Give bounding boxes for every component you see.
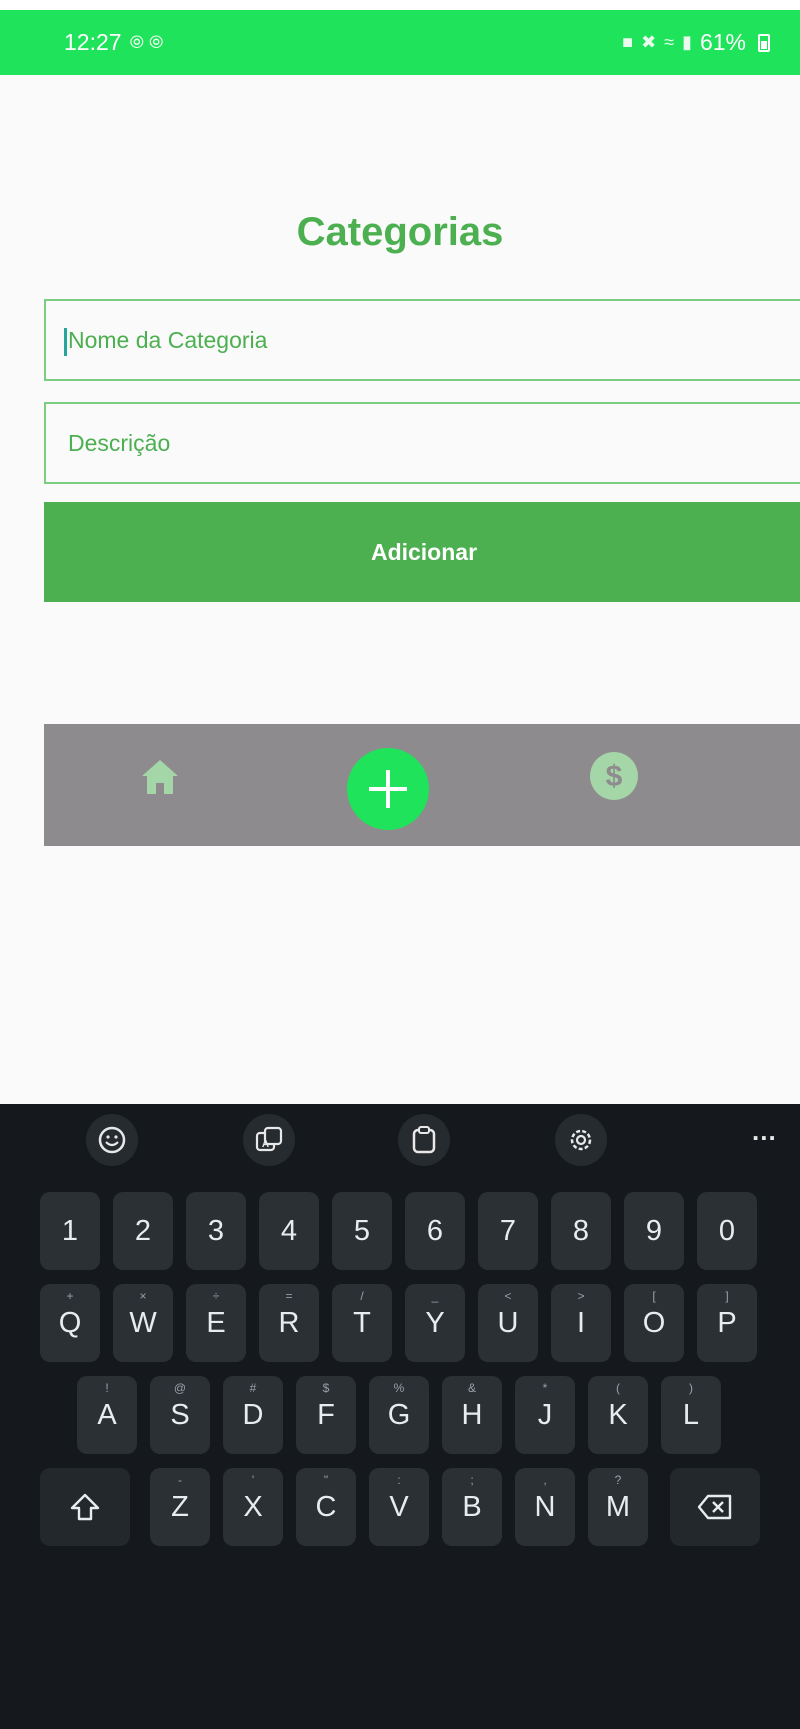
key[interactable]: ! A	[77, 1376, 137, 1454]
key[interactable]: :V	[369, 1468, 429, 1546]
home-icon[interactable]	[136, 754, 184, 802]
status-time: 12:27	[64, 29, 122, 55]
key[interactable]: ' X	[223, 1468, 283, 1546]
key[interactable]: @ S	[150, 1376, 210, 1454]
key[interactable]: 4	[259, 1192, 319, 1270]
bottom-nav: $	[44, 724, 800, 846]
text-cursor	[64, 328, 67, 356]
key[interactable]: ? M	[588, 1468, 648, 1546]
page-title: Categorias	[296, 210, 504, 254]
app-screen: 12:27 ⦾ ⦾ ■ ✖ ≈ ▮ 61% Categorias Adicion…	[0, 10, 800, 1729]
key[interactable]: * J	[515, 1376, 575, 1454]
mute-icon: ✖	[641, 32, 657, 52]
key[interactable]: ,N	[515, 1468, 575, 1546]
settings-icon[interactable]	[555, 1114, 607, 1166]
key[interactable]: " C	[296, 1468, 356, 1546]
key[interactable]: _ Y	[405, 1284, 465, 1362]
description-input[interactable]	[44, 402, 800, 484]
backspace-key[interactable]	[670, 1468, 760, 1546]
shift-icon	[70, 1493, 100, 1521]
plus-icon[interactable]	[347, 748, 429, 830]
status-bar: 12:27 ⦾ ⦾ ■ ✖ ≈ ▮ 61%	[0, 10, 800, 75]
key[interactable]: ; B	[442, 1468, 502, 1546]
status-left: 12:27 ⦾ ⦾	[64, 29, 163, 56]
category-name-input[interactable]	[44, 299, 800, 381]
battery-icon	[758, 33, 770, 52]
key[interactable]: ) L	[661, 1376, 721, 1454]
key[interactable]: (K	[588, 1376, 648, 1454]
key[interactable]: ] P	[697, 1284, 757, 1362]
keyboard-toolbar: A ...	[0, 1104, 800, 1178]
key[interactable]: $ F	[296, 1376, 356, 1454]
key[interactable]: % G	[369, 1376, 429, 1454]
key[interactable]: = R	[259, 1284, 319, 1362]
svg-text:$: $	[606, 760, 623, 793]
dollar-icon[interactable]: $	[588, 750, 640, 802]
status-right: ■ ✖ ≈ ▮ 61%	[622, 29, 770, 56]
backspace-icon	[697, 1494, 732, 1520]
alarm-icon: ■	[622, 32, 634, 52]
key[interactable]: > I	[551, 1284, 611, 1362]
key[interactable]: × W	[113, 1284, 173, 1362]
key[interactable]: 8	[551, 1192, 611, 1270]
key[interactable]: # D	[223, 1376, 283, 1454]
key[interactable]: ÷ E	[186, 1284, 246, 1362]
translate-icon[interactable]: A	[243, 1114, 295, 1166]
key[interactable]: 0	[697, 1192, 757, 1270]
shift-key[interactable]	[40, 1468, 130, 1546]
key[interactable]: 5	[332, 1192, 392, 1270]
key[interactable]: 1	[40, 1192, 100, 1270]
key[interactable]: & H	[442, 1376, 502, 1454]
signal-icon: ▮	[682, 32, 692, 52]
key[interactable]: [O	[624, 1284, 684, 1362]
key[interactable]: < U	[478, 1284, 538, 1362]
key[interactable]: 6	[405, 1192, 465, 1270]
add-button[interactable]: Adicionar	[44, 502, 800, 602]
emoji-icon[interactable]	[86, 1114, 138, 1166]
key[interactable]: -Z	[150, 1468, 210, 1546]
key[interactable]: 7	[478, 1192, 538, 1270]
svg-text:A: A	[262, 1139, 269, 1150]
wifi-icon: ≈	[664, 32, 675, 52]
battery-percent: 61%	[699, 29, 746, 55]
key[interactable]: 3	[186, 1192, 246, 1270]
key[interactable]: 2	[113, 1192, 173, 1270]
key[interactable]: 9	[624, 1192, 684, 1270]
clipboard-icon[interactable]	[398, 1114, 450, 1166]
key[interactable]: / T	[332, 1284, 392, 1362]
key[interactable]: + Q	[40, 1284, 100, 1362]
more-icon[interactable]: ...	[752, 1116, 777, 1147]
notification-icons: ⦾ ⦾	[129, 32, 164, 52]
keyboard: A ... 1 2 3 4 5 6 7 8 9 0 + Q × W ÷ E = …	[0, 1104, 800, 1729]
